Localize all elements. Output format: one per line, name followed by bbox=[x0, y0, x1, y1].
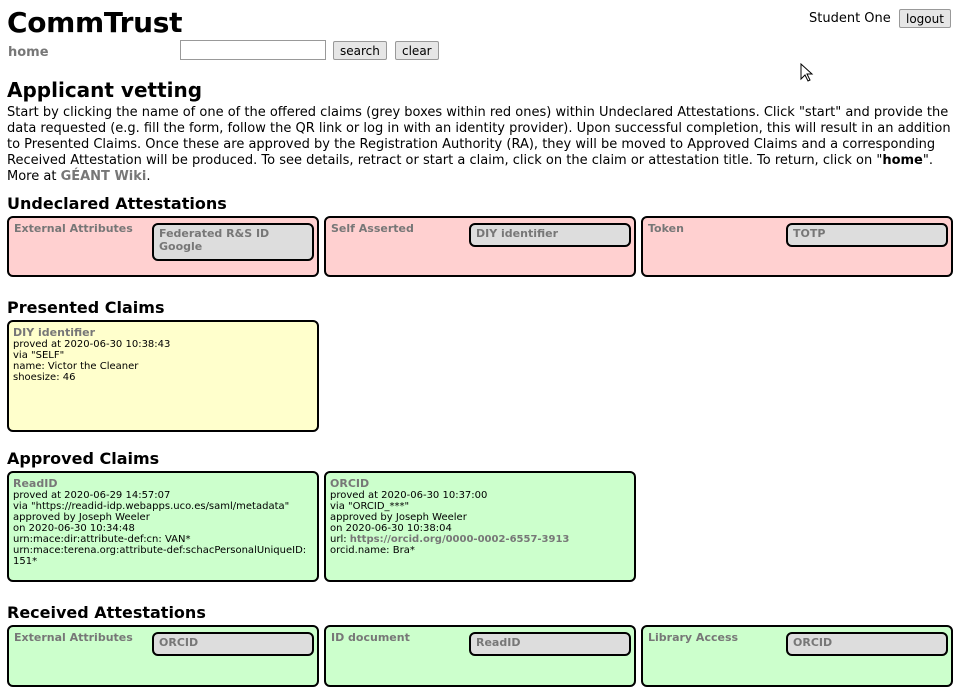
received-box-library-access: Library Access ORCID bbox=[641, 625, 953, 687]
intro-text: Start by clicking the name of one of the… bbox=[7, 105, 951, 184]
claim-detail: approved by Joseph Weeler bbox=[13, 512, 150, 523]
home-link[interactable]: home bbox=[8, 45, 49, 60]
orcid-url-link[interactable]: https://orcid.org/0000-0002-6557-3913 bbox=[350, 534, 570, 545]
box-title[interactable]: ID document bbox=[331, 631, 410, 644]
claim-detail: on 2020-06-30 10:38:04 bbox=[330, 523, 452, 534]
box-title[interactable]: External Attributes bbox=[14, 631, 133, 644]
undeclared-box-self-asserted: Self Asserted DIY identifier bbox=[324, 216, 636, 277]
attestation-chip-orcid[interactable]: ORCID bbox=[152, 632, 314, 656]
claim-detail: urn:mace:terena.org:attribute-def:schacP… bbox=[13, 545, 307, 556]
claim-detail: proved at 2020-06-30 10:37:00 bbox=[330, 490, 488, 501]
approved-heading: Approved Claims bbox=[7, 449, 160, 468]
undeclared-box-token: Token TOTP bbox=[641, 216, 953, 277]
claim-detail: via "https://readid-idp.webapps.uco.es/s… bbox=[13, 501, 290, 512]
claim-detail: urn:mace:dir:attribute-def:cn: VAN* bbox=[13, 534, 191, 545]
claim-detail: name: Victor the Cleaner bbox=[13, 361, 139, 372]
received-box-id-document: ID document ReadID bbox=[324, 625, 636, 687]
claim-url-line: url: https://orcid.org/0000-0002-6557-39… bbox=[330, 534, 570, 545]
box-title[interactable]: Library Access bbox=[648, 631, 738, 644]
search-input[interactable] bbox=[180, 40, 326, 60]
claim-title[interactable]: ReadID bbox=[13, 477, 313, 490]
presented-claim-diy-identifier[interactable]: DIY identifier proved at 2020-06-30 10:3… bbox=[7, 320, 319, 432]
claim-detail: shoesize: 46 bbox=[13, 372, 76, 383]
presented-heading: Presented Claims bbox=[7, 298, 165, 317]
received-heading: Received Attestations bbox=[7, 603, 206, 622]
claim-detail: on 2020-06-30 10:34:48 bbox=[13, 523, 135, 534]
claim-title[interactable]: DIY identifier bbox=[13, 326, 313, 339]
claim-chip-totp[interactable]: TOTP bbox=[786, 223, 948, 247]
attestation-chip-orcid[interactable]: ORCID bbox=[786, 632, 948, 656]
box-title[interactable]: Self Asserted bbox=[331, 222, 414, 235]
mouse-pointer-icon bbox=[800, 63, 814, 82]
undeclared-heading: Undeclared Attestations bbox=[7, 194, 227, 213]
box-title[interactable]: External Attributes bbox=[14, 222, 133, 235]
claim-detail: proved at 2020-06-29 14:57:07 bbox=[13, 490, 171, 501]
claim-detail: approved by Joseph Weeler bbox=[330, 512, 467, 523]
logout-button[interactable]: logout bbox=[899, 9, 951, 28]
user-name: Student One bbox=[809, 11, 891, 26]
claim-detail: 151* bbox=[13, 556, 38, 567]
approved-claim-readid[interactable]: ReadID proved at 2020-06-29 14:57:07 via… bbox=[7, 471, 319, 582]
claim-detail: via "SELF" bbox=[13, 350, 65, 361]
geant-wiki-link[interactable]: GÉANT Wiki bbox=[61, 169, 147, 184]
search-button[interactable]: search bbox=[333, 41, 387, 60]
box-title[interactable]: Token bbox=[648, 222, 684, 235]
claim-detail: via "ORCID_***" bbox=[330, 501, 410, 512]
claim-detail: orcid.name: Bra* bbox=[330, 545, 415, 556]
claim-chip-diy-identifier[interactable]: DIY identifier bbox=[469, 223, 631, 247]
page-title: Applicant vetting bbox=[7, 78, 203, 102]
intro-home-word: home bbox=[882, 153, 923, 168]
claim-detail: proved at 2020-06-30 10:38:43 bbox=[13, 339, 171, 350]
approved-claim-orcid[interactable]: ORCID proved at 2020-06-30 10:37:00 via … bbox=[324, 471, 636, 582]
clear-button[interactable]: clear bbox=[395, 41, 439, 60]
app-logo: CommTrust bbox=[7, 6, 183, 39]
claim-chip-federated-rs-id[interactable]: Federated R&S ID Google bbox=[152, 223, 314, 261]
received-box-external-attributes: External Attributes ORCID bbox=[7, 625, 319, 687]
attestation-chip-readid[interactable]: ReadID bbox=[469, 632, 631, 656]
claim-title[interactable]: ORCID bbox=[330, 477, 630, 490]
undeclared-box-external-attributes: External Attributes Federated R&S ID Goo… bbox=[7, 216, 319, 277]
